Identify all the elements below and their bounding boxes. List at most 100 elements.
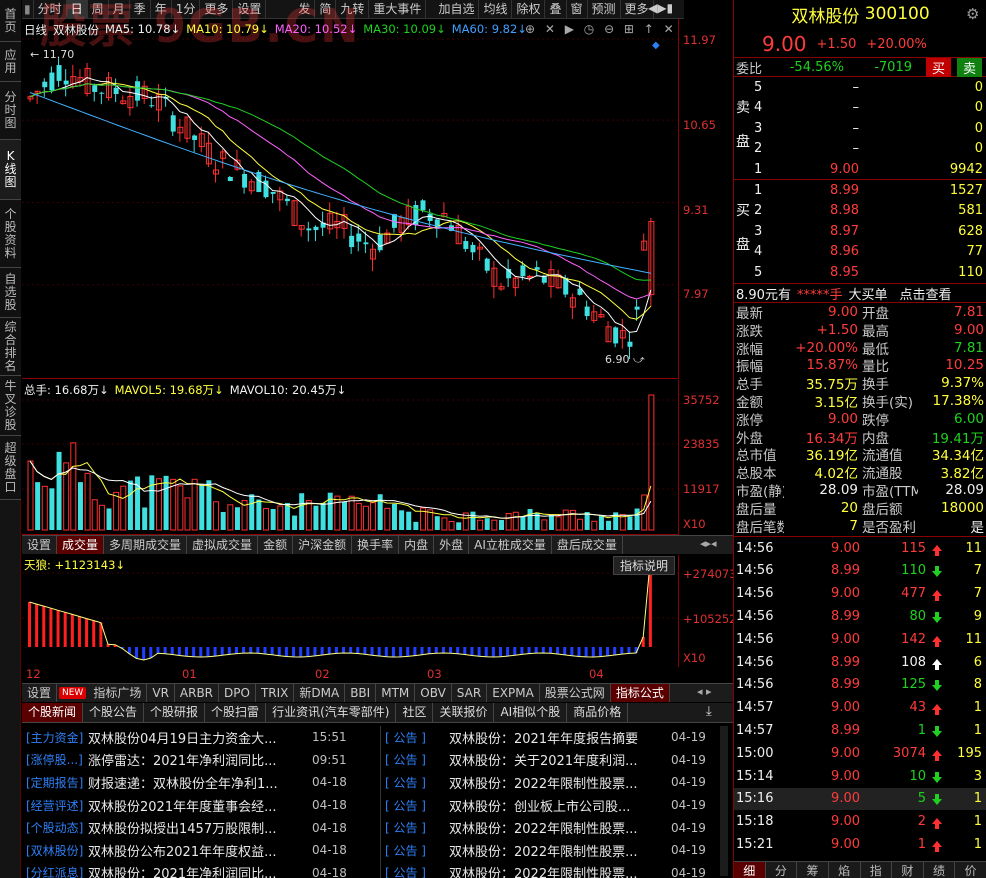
bottom-tabs-item[interactable]: VR: [147, 684, 175, 702]
sub-tabs-item[interactable]: AI立桩成交量: [469, 536, 552, 554]
sub-tabs-item[interactable]: 内盘: [399, 536, 435, 554]
left-tab[interactable]: K线图: [0, 140, 21, 200]
toolbar-item[interactable]: 加自选: [434, 0, 480, 18]
news-item[interactable]: [经营评述] 双林股份2021年年度董事会经... 04-18: [26, 794, 376, 817]
news-tabs-item[interactable]: 关联报价: [433, 703, 495, 722]
bottom-tabs-item[interactable]: EXPMA: [487, 684, 540, 702]
notice-item[interactable]: [ 公告 ] 双林股份：2022年限制性股票... 04-19: [381, 839, 734, 862]
bottom-tabs-item[interactable]: 设置: [22, 684, 58, 702]
quote-tab[interactable]: 焰: [829, 862, 861, 878]
bottom-tabs-item[interactable]: ARBR: [175, 684, 220, 702]
toolbar-item[interactable]: 除权: [512, 0, 546, 18]
bottom-tabs-item[interactable]: BBI: [345, 684, 377, 702]
bottom-tabs-item[interactable]: TRIX: [256, 684, 295, 702]
collapse-icon[interactable]: ▮: [22, 0, 34, 18]
notice-item[interactable]: [ 公告 ] 双林股份：关于2021年度利润... 04-19: [381, 749, 734, 772]
news-tabs-item[interactable]: 商品价格: [567, 703, 629, 722]
bottom-tabs-item[interactable]: SAR: [452, 684, 488, 702]
notice-item[interactable]: [ 公告 ] 双林股份：2022年限制性股票... 04-19: [381, 862, 734, 878]
notice-item[interactable]: [ 公告 ] 双林股份：创业板上市公司股... 04-19: [381, 794, 734, 817]
sub-tabs-item[interactable]: 外盘: [434, 536, 470, 554]
left-tab[interactable]: 牛叉诊股: [0, 376, 21, 436]
sub-tabs-item[interactable]: 成交量: [57, 536, 105, 554]
news-tabs-item[interactable]: 个股扫雷: [205, 703, 267, 722]
indtab-arrows[interactable]: ◂ ▸: [697, 685, 712, 698]
bottom-tabs-item[interactable]: 指标广场: [88, 684, 148, 702]
buy-button[interactable]: 买: [926, 57, 952, 77]
news-item[interactable]: [涨停股...] 涨停雷达：2021年净利润同比... 09:51: [26, 749, 376, 772]
news-item[interactable]: [分红派息] 双林股份：2021年净利润同比... 04-18: [26, 862, 376, 878]
notice-title[interactable]: 双林股份：2022年限制性股票...: [449, 841, 665, 860]
left-tab[interactable]: 超级盘口: [0, 436, 21, 500]
chart-tools-icons[interactable]: ⊕ ✕ ▶ ◷ ⊖ ⊞ ↑ ✕: [525, 22, 677, 36]
toolbar-nav[interactable]: ◀▶▮: [648, 1, 673, 15]
subtab-arrows[interactable]: ◂▸◂: [700, 537, 717, 550]
notice-title[interactable]: 双林股份：2022年限制性股票...: [449, 863, 665, 878]
sub-tabs-item[interactable]: 设置: [22, 536, 58, 554]
kline-chart[interactable]: [22, 19, 678, 379]
quote-tab[interactable]: 细: [734, 862, 766, 878]
quote-tab[interactable]: 财: [892, 862, 924, 878]
sub-tabs-item[interactable]: 金额: [258, 536, 294, 554]
notice-title[interactable]: 双林股份：创业板上市公司股...: [449, 796, 665, 815]
quote-tab[interactable]: 价: [955, 862, 986, 878]
news-title[interactable]: 双林股份：2021年净利润同比...: [88, 863, 306, 878]
news-item[interactable]: [定期报告] 财报速递：双林股份全年净利1... 04-18: [26, 771, 376, 794]
news-tabs-item[interactable]: 社区: [396, 703, 434, 722]
notice-title[interactable]: 双林股份：关于2021年度利润...: [449, 750, 665, 769]
left-tab[interactable]: 分时图: [0, 82, 21, 140]
indicator-help-button[interactable]: 指标说明: [613, 556, 676, 575]
bottom-tabs-item[interactable]: 股票公式网: [540, 684, 611, 702]
news-title[interactable]: 双林股份04月19日主力资金大...: [88, 728, 306, 747]
news-scrollbar[interactable]: [720, 726, 728, 876]
volume-chart[interactable]: [22, 380, 678, 535]
notice-title[interactable]: 双林股份：2022年限制性股票...: [449, 818, 665, 837]
toolbar-item[interactable]: 预测: [588, 0, 621, 18]
left-tab[interactable]: 综合排名: [0, 318, 21, 376]
news-title[interactable]: 双林股份2021年年度董事会经...: [88, 796, 306, 815]
gear-icon[interactable]: ⚙: [966, 5, 979, 23]
left-tab[interactable]: 自选股: [0, 268, 21, 318]
quote-tab[interactable]: 筹: [797, 862, 829, 878]
news-title[interactable]: 财报速递：双林股份全年净利1...: [88, 773, 306, 792]
news-tabs-item[interactable]: 个股新闻: [22, 703, 84, 722]
notice-title[interactable]: 双林股份：2022年限制性股票...: [449, 773, 665, 792]
sub-tabs-item[interactable]: 多周期成交量: [104, 536, 188, 554]
bottom-tabs-item[interactable]: 指标公式: [610, 684, 670, 702]
sub-tabs-item[interactable]: 沪深金额: [293, 536, 353, 554]
notice-item[interactable]: [ 公告 ] 双林股份：2022年限制性股票... 04-19: [381, 771, 734, 794]
toolbar-item[interactable]: 重大事件: [369, 0, 427, 18]
news-tabs-item[interactable]: 个股研报: [144, 703, 206, 722]
left-tab[interactable]: 个股资料: [0, 200, 21, 268]
quote-tab[interactable]: 分: [766, 862, 798, 878]
toolbar-item[interactable]: 窗: [567, 0, 588, 18]
news-item[interactable]: [主力资金] 双林股份04月19日主力资金大... 15:51: [26, 726, 376, 749]
news-title[interactable]: 双林股份拟授出1457万股限制...: [88, 818, 306, 837]
news-item[interactable]: [双林股份] 双林股份公布2021年年度权益... 04-18: [26, 839, 376, 862]
news-tabs-item[interactable]: 个股公告: [83, 703, 145, 722]
sub-tabs-item[interactable]: 虚拟成交量: [187, 536, 259, 554]
notice-title[interactable]: 双林股份：2021年年度报告摘要: [449, 728, 665, 747]
bigorder-link[interactable]: 点击查看: [899, 284, 951, 303]
quote-tab[interactable]: 绩: [924, 862, 956, 878]
notice-item[interactable]: [ 公告 ] 双林股份：2022年限制性股票... 04-19: [381, 816, 734, 839]
bottom-tabs-item[interactable]: MTM: [376, 684, 416, 702]
sub-tabs-item[interactable]: 盘后成交量: [552, 536, 623, 554]
sub-tabs-item[interactable]: 换手率: [352, 536, 400, 554]
download-icon[interactable]: ⤓: [706, 704, 712, 719]
toolbar-item[interactable]: 均线: [479, 0, 513, 18]
news-title[interactable]: 涨停雷达：2021年净利润同比...: [88, 750, 306, 769]
left-tab[interactable]: 首页: [0, 0, 21, 42]
toolbar-item[interactable]: 叠: [545, 0, 567, 18]
bottom-tabs-item[interactable]: OBV: [415, 684, 452, 702]
news-tabs-item[interactable]: AI相似个股: [494, 703, 568, 722]
left-tab[interactable]: 应用: [0, 42, 21, 82]
quote-tab[interactable]: 指: [861, 862, 893, 878]
news-title[interactable]: 双林股份公布2021年年度权益...: [88, 841, 306, 860]
sell-button[interactable]: 卖: [957, 57, 983, 77]
notice-item[interactable]: [ 公告 ] 双林股份：2021年年度报告摘要 04-19: [381, 726, 734, 749]
bottom-tabs-item[interactable]: 新DMA: [294, 684, 346, 702]
news-item[interactable]: [个股动态] 双林股份拟授出1457万股限制... 04-18: [26, 816, 376, 839]
news-tabs-item[interactable]: 行业资讯(汽车零部件): [266, 703, 397, 722]
bottom-tabs-item[interactable]: DPO: [219, 684, 256, 702]
